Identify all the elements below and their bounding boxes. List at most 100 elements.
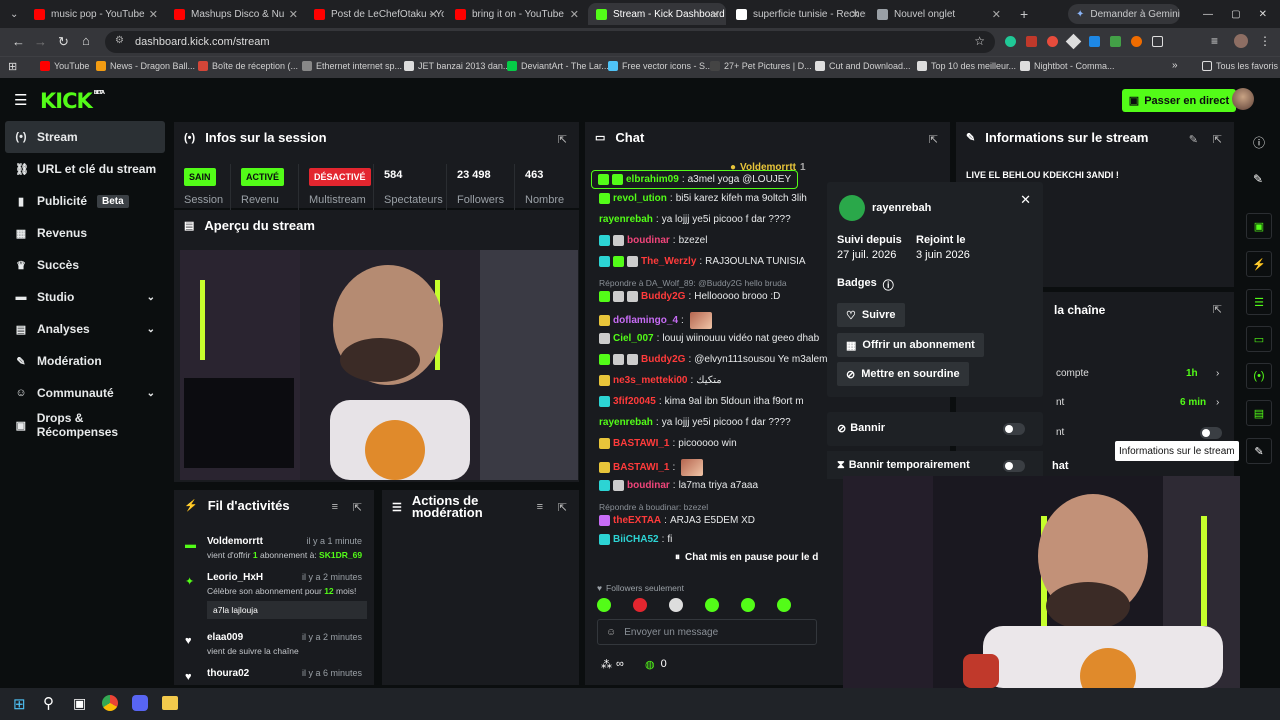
kick-logo[interactable]: KICK BETA <box>40 89 105 113</box>
user-card-username[interactable]: rayenrebah <box>872 202 931 214</box>
chat-message[interactable]: Buddy2G: @elvyn111sousou Ye m3alem <box>599 354 827 365</box>
home-icon[interactable]: ⌂ <box>82 33 90 48</box>
chat-message[interactable]: BASTAWI_1: picooooo win <box>599 438 737 449</box>
sidebar-item-revenus[interactable]: ▦ Revenus <box>5 217 165 249</box>
new-tab-button[interactable]: + <box>1012 3 1030 25</box>
bookmark-item[interactable]: Free vector icons - S... <box>608 61 713 71</box>
popout-icon[interactable]: ⇱ <box>558 133 567 146</box>
chat-message[interactable]: Buddy2G: Hellooooo brooo :D <box>599 291 780 302</box>
bookmark-item[interactable]: DeviantArt - The Lar... <box>507 61 609 71</box>
emoji-icon[interactable]: ☺ <box>606 627 616 638</box>
browser-tab[interactable]: Stream - Kick Dashboard ✕ <box>588 3 726 25</box>
profile-avatar[interactable] <box>1234 34 1248 48</box>
popout-icon[interactable]: ⇱ <box>1213 303 1222 316</box>
stream-preview-video[interactable] <box>180 250 578 480</box>
chat-username[interactable]: revol_ution <box>613 193 667 204</box>
windows-start-icon[interactable]: ⊞ <box>13 695 26 713</box>
bookmark-item[interactable]: YouTube <box>40 61 89 71</box>
chat-username[interactable]: rayenrebah <box>599 417 653 428</box>
chat-username[interactable]: doflamingo_4 <box>613 315 678 326</box>
search-icon[interactable]: ⚲ <box>43 694 54 712</box>
reply-context[interactable]: Répondre à boudinar: bzezel <box>599 502 708 512</box>
chat-username[interactable]: theEXTAA <box>613 515 661 526</box>
close-tab-icon[interactable]: ✕ <box>992 8 1001 21</box>
chevron-down-icon[interactable]: ⌄ <box>147 324 155 335</box>
chat-input[interactable]: ☺ Envoyer un message <box>597 619 817 645</box>
chat-username[interactable]: BiiCHA52 <box>613 534 659 545</box>
bookmark-item[interactable]: JET banzai 2013 dan... <box>404 61 510 71</box>
sidebar-item-studio[interactable]: ▬ Studio ⌄ <box>5 281 165 313</box>
task-view-icon[interactable]: ▣ <box>73 695 86 712</box>
chat-username[interactable]: ne3s_metteki00 <box>613 375 688 386</box>
chat-message[interactable]: BASTAWI_1: <box>599 459 704 476</box>
chat-message[interactable]: doflamingo_4: <box>599 312 712 329</box>
gift-sub-button[interactable]: ▦ Offrir un abonnement <box>837 333 984 357</box>
info-icon[interactable]: ⓘ <box>1253 134 1265 151</box>
back-arrow-icon[interactable]: ← <box>12 34 25 49</box>
chat-username[interactable]: BASTAWI_1 <box>613 438 670 449</box>
gemini-button[interactable]: ✦ Demander à Gemini <box>1068 4 1180 24</box>
chat-message[interactable]: rayenrebah: ya lojjj ye5i picooo f dar ??… <box>599 214 791 225</box>
popout-icon[interactable]: ⇱ <box>558 501 567 514</box>
more-bookmarks-icon[interactable]: » <box>1172 60 1178 71</box>
sidebar-item-succès[interactable]: ♛ Succès <box>5 249 165 281</box>
emote-icon[interactable] <box>669 598 683 612</box>
setting-toggle[interactable] <box>1200 427 1222 439</box>
chat-username[interactable]: boudinar <box>627 235 670 246</box>
close-tab-icon[interactable]: ✕ <box>570 8 579 21</box>
chat-message[interactable]: 3fif20045: kima 9al ibn 5ldoun itha f9ort… <box>599 396 804 407</box>
close-icon[interactable]: ✕ <box>1020 192 1031 208</box>
reading-list-icon[interactable]: ≡ <box>1211 34 1218 48</box>
bookmark-star-icon[interactable]: ☆ <box>974 34 985 48</box>
activity-username[interactable]: thoura02 <box>207 668 249 679</box>
bookmark-item[interactable]: Ethernet internet sp... <box>302 61 402 71</box>
tab-search-button[interactable]: ⌄ <box>2 3 24 25</box>
bookmark-item[interactable]: Top 10 des meilleur... <box>917 61 1016 71</box>
chat-message[interactable]: Ciel_007: louuj wiinouuu vidéo nat geeo d… <box>599 333 819 344</box>
extension-icon[interactable] <box>1131 36 1142 47</box>
timeout-toggle[interactable] <box>1003 460 1025 472</box>
apps-grid-icon[interactable]: ⊞ <box>8 60 17 73</box>
chat-username[interactable]: BASTAWI_1 <box>613 462 670 473</box>
popout-icon[interactable]: ⇱ <box>1213 133 1222 146</box>
user-avatar[interactable] <box>1232 88 1254 110</box>
extension-icon[interactable] <box>1089 36 1100 47</box>
browser-tab[interactable]: superficie tunisie - Recher ✕ <box>728 3 866 25</box>
maximize-icon[interactable]: ▢ <box>1231 9 1240 20</box>
extension-icon[interactable] <box>1005 36 1016 47</box>
badges-label[interactable]: Badges ⓘ <box>837 277 894 293</box>
emote-icon[interactable] <box>705 598 719 612</box>
sidebar-item-drops-récompenses[interactable]: ▣ Drops & Récompenses <box>5 409 165 441</box>
file-explorer-icon[interactable] <box>162 696 178 710</box>
chrome-icon[interactable] <box>102 695 118 711</box>
reload-icon[interactable]: ↻ <box>58 34 69 50</box>
close-tab-icon[interactable]: ✕ <box>711 8 720 21</box>
setting-row[interactable]: compte 1h › <box>1056 368 1226 379</box>
activity-username[interactable]: Voldemorrtt <box>207 536 263 547</box>
chat-username[interactable]: elbrahim09 <box>626 174 679 185</box>
chat-message[interactable]: The_Werzly: RAJ3OULNA TUNISIA <box>599 256 806 267</box>
chat-username[interactable]: boudinar <box>627 480 670 491</box>
chat-message[interactable]: boudinar: la7ma triya a7aaa <box>599 480 758 491</box>
chat-message[interactable]: revol_ution: bi5i karez kifeh ma 9oltch 3… <box>599 193 807 204</box>
close-tab-icon[interactable]: ✕ <box>289 8 298 21</box>
chat-settings[interactable]: ⁂ ∞ <box>601 658 624 671</box>
bookmark-item[interactable]: 27+ Pet Pictures | D... <box>710 61 812 71</box>
minimize-icon[interactable]: — <box>1203 9 1213 20</box>
chat-username[interactable]: 3fif20045 <box>613 396 656 407</box>
browser-tab[interactable]: bring it on - YouTube ✕ <box>447 3 585 25</box>
rail-streaminfo-button[interactable]: ✎ <box>1246 438 1272 464</box>
chat-message[interactable]: elbrahim09: a3mel yoga @LOUJEY <box>591 170 799 189</box>
chat-message[interactable]: theEXTAA: ARJA3 E5DEM XD <box>599 515 755 526</box>
chat-username[interactable]: rayenrebah <box>599 214 653 225</box>
emote-icon[interactable] <box>597 598 611 612</box>
chat-message[interactable]: boudinar: bzezel <box>599 235 707 246</box>
site-info-icon[interactable]: ⚙ <box>115 35 124 46</box>
browser-tab[interactable]: music pop - YouTube ✕ <box>26 3 164 25</box>
bookmark-item[interactable]: News - Dragon Ball... <box>96 61 195 71</box>
sidebar-item-publicité[interactable]: ▮ Publicité Beta <box>5 185 165 217</box>
emote-icon[interactable] <box>741 598 755 612</box>
close-tab-icon[interactable]: ✕ <box>149 8 158 21</box>
bookmark-item[interactable]: Cut and Download... <box>815 61 911 71</box>
forward-arrow-icon[interactable]: → <box>34 34 47 49</box>
